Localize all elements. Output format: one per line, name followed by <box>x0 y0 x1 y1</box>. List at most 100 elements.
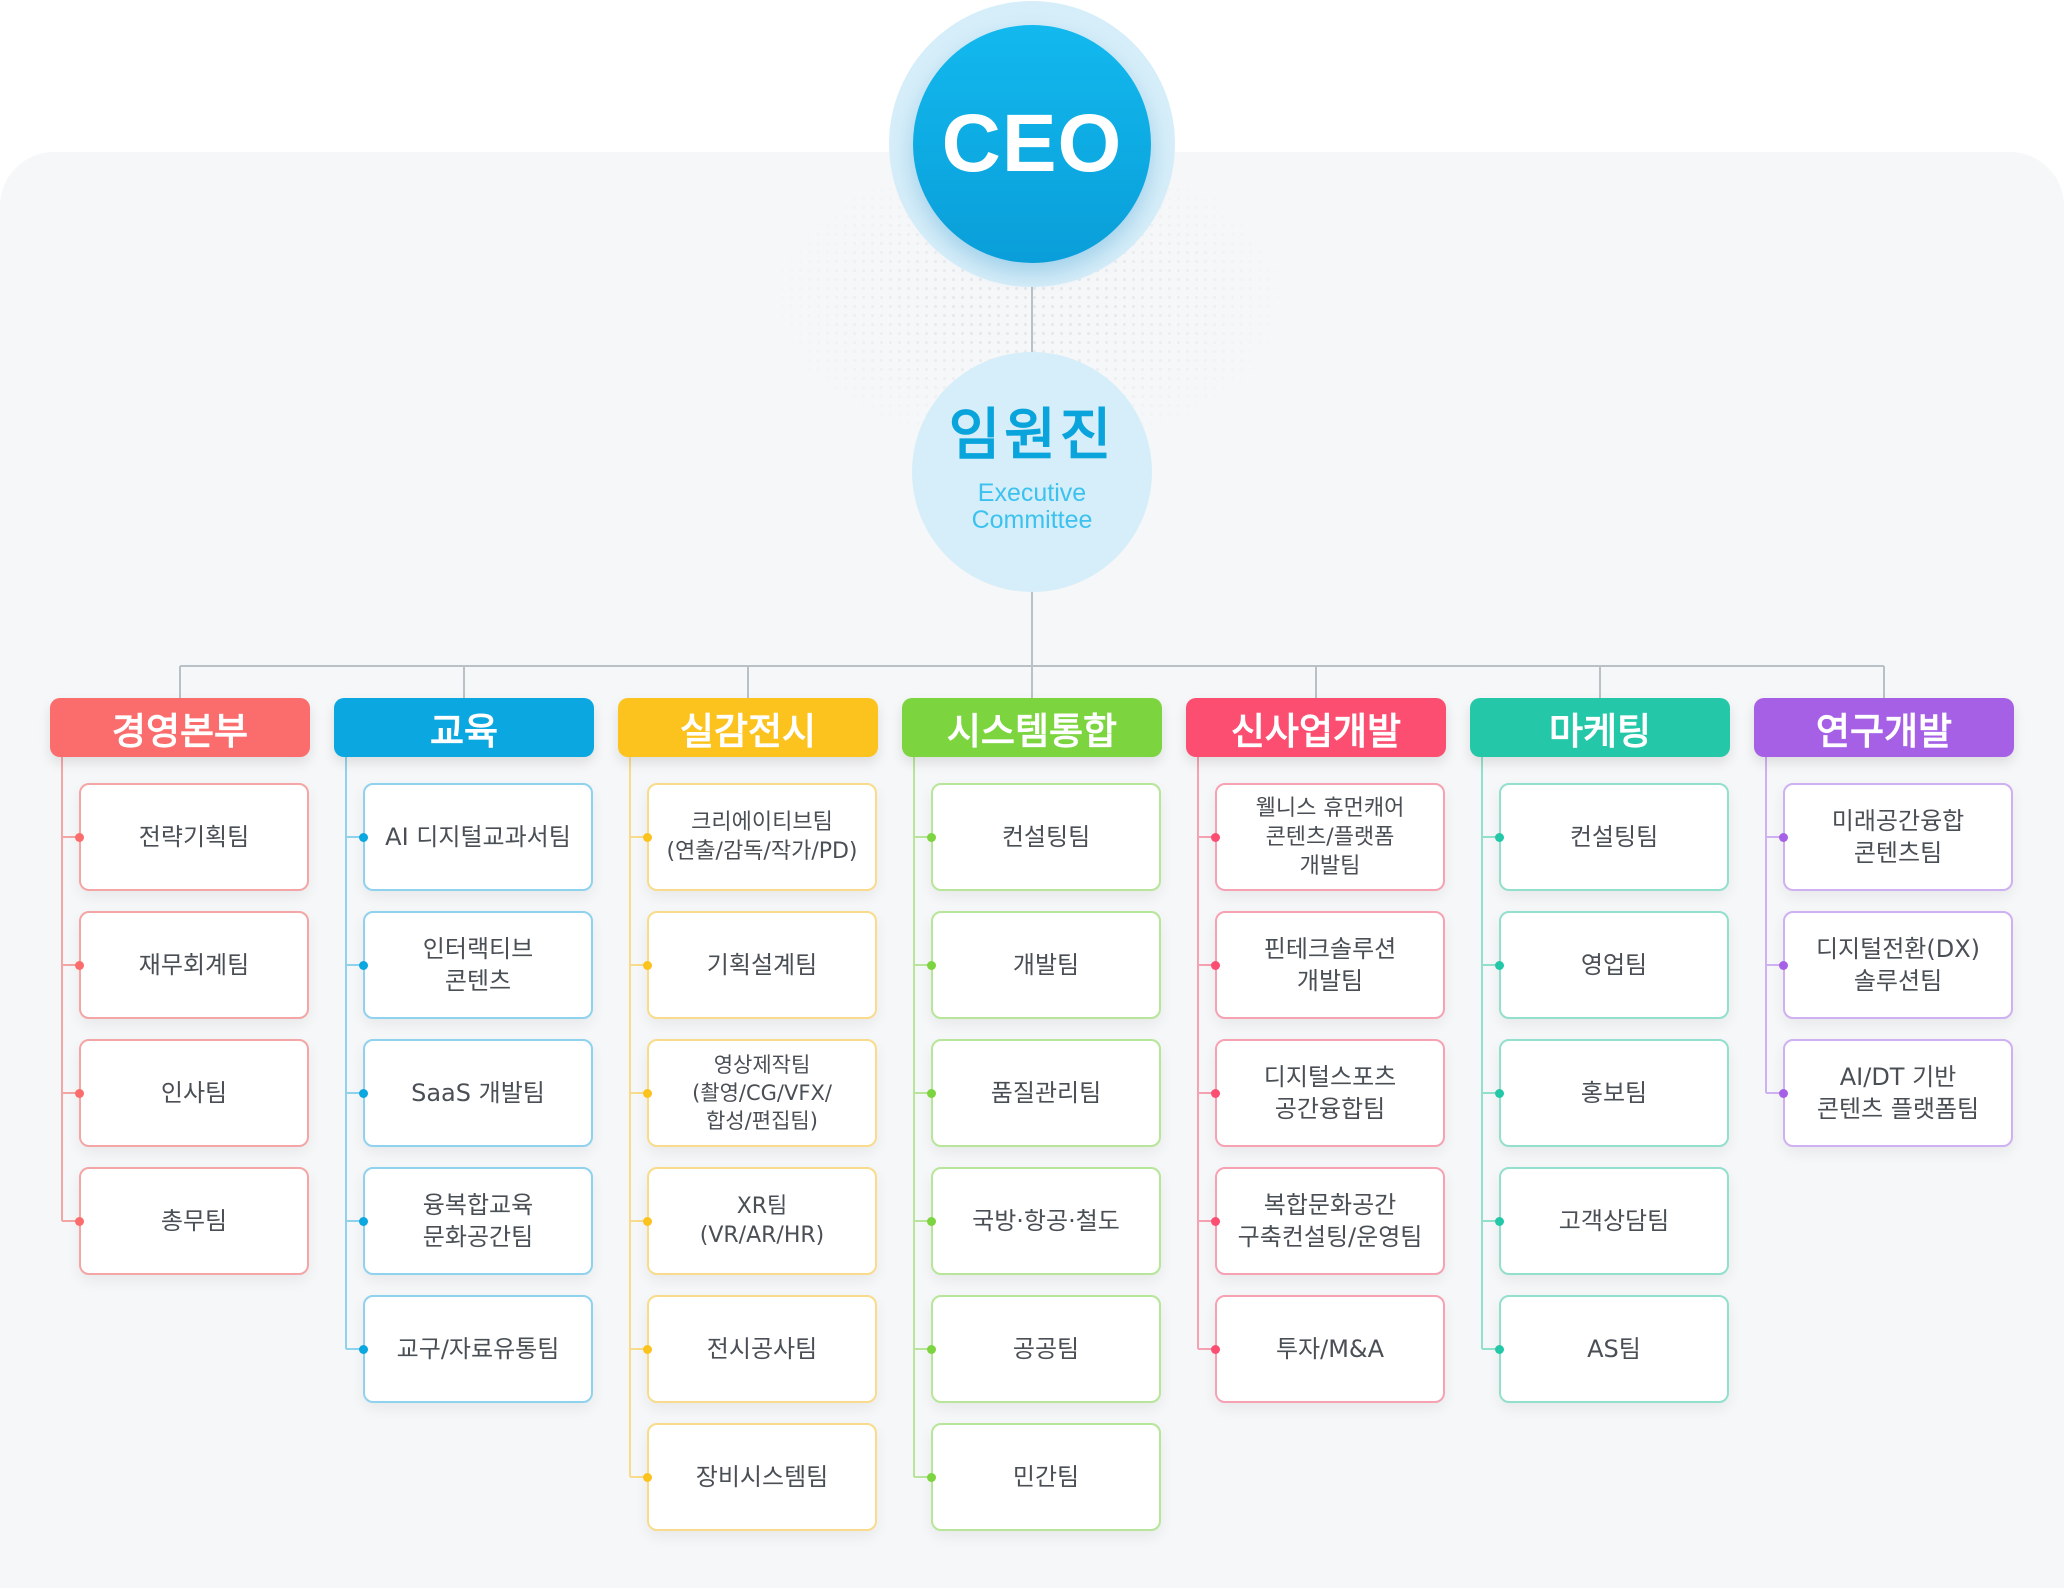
team-name: 크리에이티브팀 (연출/감독/작가/PD) <box>666 810 858 864</box>
executive-subtitle-line1: Executive <box>977 479 1087 507</box>
team-name: AI 디지털교과서팀 <box>385 823 571 851</box>
connector-dot <box>926 1088 936 1098</box>
department-name: 마케팅 <box>1548 709 1652 753</box>
team-box: 영상제작팀 (촬영/CG/VFX/ 합성/편집팀) <box>647 1039 877 1147</box>
team-box: 품질관리팀 <box>931 1039 1161 1147</box>
team-name: 기획설계팀 <box>706 951 818 979</box>
connector-dot <box>358 832 368 842</box>
team-name: 민간팀 <box>1012 1463 1080 1491</box>
connector-dot <box>926 832 936 842</box>
team-box: 고객상담팀 <box>1499 1167 1729 1275</box>
connector-dot <box>1494 1344 1504 1354</box>
team-box: 미래공간융합 콘텐츠팀 <box>1783 783 2013 891</box>
team-box: 기획설계팀 <box>647 911 877 1019</box>
team-name: SaaS 개발팀 <box>411 1079 545 1107</box>
connector-dot <box>1210 960 1220 970</box>
team-name: 재무회계팀 <box>138 951 250 979</box>
team-box: 영업팀 <box>1499 911 1729 1019</box>
department-header: 연구개발 <box>1754 698 2014 757</box>
team-name: 홍보팀 <box>1580 1079 1648 1107</box>
team-name: 컨설팅팀 <box>1569 823 1659 851</box>
team-name: 미래공간융합 콘텐츠팀 <box>1831 807 1965 867</box>
connector-dot <box>1210 1344 1220 1354</box>
team-name: 고객상담팀 <box>1558 1207 1670 1235</box>
ceo-label: CEO <box>941 98 1123 189</box>
team-box: AI/DT 기반 콘텐츠 플랫폼팀 <box>1783 1039 2013 1147</box>
team-name: 영업팀 <box>1580 951 1648 979</box>
team-name: 전시공사팀 <box>706 1335 818 1363</box>
team-box: 장비시스템팀 <box>647 1423 877 1531</box>
department-header: 실감전시 <box>618 698 878 757</box>
team-box: AI 디지털교과서팀 <box>363 783 593 891</box>
connector-dot <box>74 1088 84 1098</box>
team-box: 복합문화공간 구축컨설팅/운영팀 <box>1215 1167 1445 1275</box>
team-name: 영상제작팀 (촬영/CG/VFX/ 합성/편집팀) <box>692 1053 832 1133</box>
connector-dot <box>74 832 84 842</box>
connector-dot <box>74 960 84 970</box>
team-box: 공공팀 <box>931 1295 1161 1403</box>
connector-dot <box>926 1216 936 1226</box>
connector-dot <box>642 960 652 970</box>
connector-dot <box>926 1344 936 1354</box>
department-header: 신사업개발 <box>1186 698 1446 757</box>
executive-title: 임원진 <box>948 403 1116 468</box>
team-box: 교구/자료유통팀 <box>363 1295 593 1403</box>
connector-dot <box>1210 1088 1220 1098</box>
connector-dot <box>1210 1216 1220 1226</box>
department-name: 연구개발 <box>1815 709 1953 753</box>
team-box: 핀테크솔루션 개발팀 <box>1215 911 1445 1019</box>
team-box: 국방·항공·철도 <box>931 1167 1161 1275</box>
department-header: 경영본부 <box>50 698 310 757</box>
connector-dot <box>642 1344 652 1354</box>
team-box: 디지털스포츠 공간융합팀 <box>1215 1039 1445 1147</box>
team-name: 컨설팅팀 <box>1001 823 1091 851</box>
team-box: 융복합교육 문화공간팀 <box>363 1167 593 1275</box>
connector-dot <box>358 1344 368 1354</box>
department-name: 신사업개발 <box>1230 709 1402 753</box>
team-name: 투자/M&A <box>1275 1335 1385 1363</box>
team-box: 재무회계팀 <box>79 911 309 1019</box>
department-name: 시스템통합 <box>946 709 1118 753</box>
connector-dot <box>642 1472 652 1482</box>
team-name: 융복합교육 문화공간팀 <box>422 1191 534 1251</box>
connector-dot <box>1210 832 1220 842</box>
team-box: 전략기획팀 <box>79 783 309 891</box>
team-name: 교구/자료유통팀 <box>396 1335 560 1363</box>
connector-dot <box>642 1216 652 1226</box>
connector-dot <box>1778 960 1788 970</box>
team-name: 인사팀 <box>160 1079 228 1107</box>
team-box: 디지털전환(DX) 솔루션팀 <box>1783 911 2013 1019</box>
connector-dot <box>1778 1088 1788 1098</box>
team-box: 인터랙티브 콘텐츠 <box>363 911 593 1019</box>
team-box: 컨설팅팀 <box>1499 783 1729 891</box>
team-name: 장비시스템팀 <box>695 1463 829 1491</box>
team-name: 복합문화공간 구축컨설팅/운영팀 <box>1237 1191 1423 1251</box>
department-name: 교육 <box>429 709 499 753</box>
connector-dot <box>74 1216 84 1226</box>
department-header: 교육 <box>334 698 594 757</box>
connector-dot <box>358 960 368 970</box>
department-header: 시스템통합 <box>902 698 1162 757</box>
team-name: 디지털스포츠 공간융합팀 <box>1263 1063 1397 1123</box>
connector-dot <box>1778 832 1788 842</box>
connector-dot <box>1494 960 1504 970</box>
team-name: 품질관리팀 <box>990 1079 1102 1107</box>
connector-dot <box>1494 1088 1504 1098</box>
team-name: 핀테크솔루션 개발팀 <box>1263 935 1397 995</box>
team-box: AS팀 <box>1499 1295 1729 1403</box>
team-box: XR팀 (VR/AR/HR) <box>647 1167 877 1275</box>
team-name: 디지털전환(DX) 솔루션팀 <box>1815 935 1981 995</box>
team-box: 민간팀 <box>931 1423 1161 1531</box>
team-box: 투자/M&A <box>1215 1295 1445 1403</box>
team-name: 웰니스 휴먼캐어 콘텐츠/플랫폼 개발팀 <box>1255 795 1405 879</box>
connector-dot <box>358 1216 368 1226</box>
team-box: SaaS 개발팀 <box>363 1039 593 1147</box>
team-box: 전시공사팀 <box>647 1295 877 1403</box>
ceo-node: CEO <box>913 25 1151 263</box>
team-box: 총무팀 <box>79 1167 309 1275</box>
department-header: 마케팅 <box>1470 698 1730 757</box>
team-name: 공공팀 <box>1012 1335 1080 1363</box>
team-name: 총무팀 <box>160 1207 228 1235</box>
connector-dot <box>926 1472 936 1482</box>
team-box: 컨설팅팀 <box>931 783 1161 891</box>
